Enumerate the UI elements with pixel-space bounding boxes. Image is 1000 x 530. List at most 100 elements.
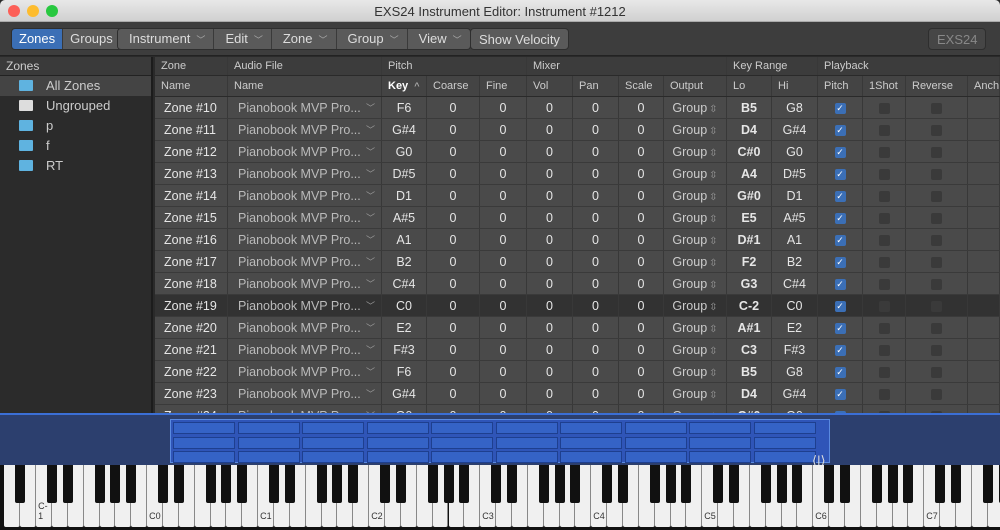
pitch-checkbox[interactable]: ✓ — [834, 279, 846, 291]
coarse-cell[interactable]: 0 — [427, 97, 480, 118]
column-header-cell[interactable]: Coarse — [427, 76, 480, 96]
hi-cell[interactable]: G8 — [772, 361, 818, 382]
reverse-checkbox[interactable] — [931, 257, 942, 269]
audio-file-cell[interactable]: Pianobook MVP Pro...﹀ — [228, 405, 382, 413]
coarse-cell[interactable]: 0 — [427, 273, 480, 294]
name-cell[interactable]: Zone #20 — [155, 317, 228, 338]
output-select[interactable]: Group⇳ — [664, 229, 727, 250]
lo-cell[interactable]: A#1 — [727, 317, 772, 338]
scale-cell[interactable]: 0 — [619, 163, 664, 184]
pitch-checkbox[interactable]: ✓ — [834, 389, 846, 401]
fine-cell[interactable]: 0 — [480, 339, 527, 360]
vol-cell[interactable]: 0 — [527, 273, 573, 294]
pan-cell[interactable]: 0 — [573, 295, 619, 316]
reverse-checkbox[interactable] — [931, 235, 942, 247]
output-select[interactable]: Group⇳ — [664, 361, 727, 382]
black-key[interactable] — [348, 465, 359, 503]
pan-cell[interactable]: 0 — [573, 317, 619, 338]
name-cell[interactable]: Zone #14 — [155, 185, 228, 206]
fine-cell[interactable]: 0 — [480, 383, 527, 404]
vol-cell[interactable]: 0 — [527, 185, 573, 206]
output-select[interactable]: Group⇳ — [664, 207, 727, 228]
name-cell[interactable]: Zone #22 — [155, 361, 228, 382]
pitch-checkbox[interactable]: ✓ — [834, 323, 846, 335]
pitch-checkbox[interactable]: ✓ — [834, 125, 846, 137]
audio-file-cell[interactable]: Pianobook MVP Pro...﹀ — [228, 97, 382, 118]
coarse-cell[interactable]: 0 — [427, 163, 480, 184]
audio-file-cell[interactable]: Pianobook MVP Pro...﹀ — [228, 273, 382, 294]
oneshot-checkbox[interactable] — [878, 257, 890, 269]
pitch-checkbox[interactable]: ✓ — [834, 169, 846, 181]
lo-cell[interactable]: C#0 — [727, 141, 772, 162]
reverse-checkbox[interactable] — [931, 301, 942, 313]
black-key[interactable] — [554, 465, 565, 503]
scale-cell[interactable]: 0 — [619, 273, 664, 294]
name-cell[interactable]: Zone #23 — [155, 383, 228, 404]
zone-block[interactable] — [173, 422, 235, 434]
column-header-cell[interactable]: Reverse — [906, 76, 968, 96]
scale-cell[interactable]: 0 — [619, 317, 664, 338]
oneshot-checkbox[interactable] — [878, 323, 890, 335]
black-key[interactable] — [443, 465, 454, 503]
key-cell[interactable]: E2 — [382, 317, 427, 338]
output-select[interactable]: Group⇳ — [664, 295, 727, 316]
black-key[interactable] — [887, 465, 898, 503]
column-header-cell[interactable]: Vol — [527, 76, 573, 96]
audio-file-cell[interactable]: Pianobook MVP Pro...﹀ — [228, 339, 382, 360]
scale-cell[interactable]: 0 — [619, 405, 664, 413]
zone-block[interactable] — [624, 451, 687, 463]
vol-cell[interactable]: 0 — [527, 141, 573, 162]
pitch-checkbox[interactable]: ✓ — [834, 367, 846, 379]
pan-cell[interactable]: 0 — [573, 383, 619, 404]
reverse-checkbox[interactable] — [931, 213, 942, 225]
reverse-checkbox[interactable] — [931, 125, 942, 137]
hi-cell[interactable]: A1 — [772, 229, 818, 250]
hi-cell[interactable]: A#5 — [772, 207, 818, 228]
coarse-cell[interactable]: 0 — [427, 207, 480, 228]
name-cell[interactable]: Zone #10 — [155, 97, 228, 118]
black-key[interactable] — [427, 465, 438, 503]
pitch-checkbox[interactable]: ✓ — [834, 103, 846, 115]
oneshot-checkbox[interactable] — [878, 389, 890, 401]
column-header-cell[interactable]: Key ^ — [382, 76, 427, 96]
output-select[interactable]: Group⇳ — [664, 273, 727, 294]
scale-cell[interactable]: 0 — [619, 229, 664, 250]
black-key[interactable] — [15, 465, 26, 503]
pan-cell[interactable]: 0 — [573, 405, 619, 413]
oneshot-checkbox[interactable] — [878, 213, 890, 225]
zone-block[interactable] — [689, 451, 751, 463]
coarse-cell[interactable]: 0 — [427, 405, 480, 413]
pan-cell[interactable]: 0 — [573, 361, 619, 382]
fine-cell[interactable]: 0 — [480, 97, 527, 118]
zone-block[interactable] — [689, 436, 751, 449]
pan-cell[interactable]: 0 — [573, 141, 619, 162]
pitch-checkbox[interactable]: ✓ — [834, 213, 846, 225]
reverse-checkbox[interactable] — [931, 389, 942, 401]
coarse-cell[interactable]: 0 — [427, 339, 480, 360]
zone-map[interactable]: ⟨|⟩ — [0, 413, 1000, 468]
zone-block[interactable] — [624, 436, 687, 449]
pan-cell[interactable]: 0 — [573, 251, 619, 272]
fine-cell[interactable]: 0 — [480, 185, 527, 206]
audio-file-cell[interactable]: Pianobook MVP Pro...﹀ — [228, 185, 382, 206]
zone-block[interactable] — [173, 436, 235, 449]
zone-block[interactable] — [237, 451, 300, 463]
lo-cell[interactable]: E5 — [727, 207, 772, 228]
zone-block[interactable] — [495, 422, 558, 434]
output-select[interactable]: Group⇳ — [664, 163, 727, 184]
scale-cell[interactable]: 0 — [619, 251, 664, 272]
black-key[interactable] — [284, 465, 295, 503]
table-row[interactable]: Zone #21 Pianobook MVP Pro... ﹀ F#3 0 0 0 0 0 Gro… — [155, 339, 1000, 361]
black-key[interactable] — [681, 465, 692, 503]
name-cell[interactable]: Zone #13 — [155, 163, 228, 184]
pan-cell[interactable]: 0 — [573, 273, 619, 294]
lo-cell[interactable]: G#0 — [727, 185, 772, 206]
table-row[interactable]: Zone #19 Pianobook MVP Pro... ﹀ C0 0 0 0 0 0 Grou… — [155, 295, 1000, 317]
key-cell[interactable]: F#3 — [382, 339, 427, 360]
black-key[interactable] — [776, 465, 787, 503]
vol-cell[interactable]: 0 — [527, 339, 573, 360]
lo-cell[interactable]: C#0 — [727, 405, 772, 413]
scale-cell[interactable]: 0 — [619, 97, 664, 118]
black-key[interactable] — [824, 465, 835, 503]
key-cell[interactable]: G#4 — [382, 383, 427, 404]
